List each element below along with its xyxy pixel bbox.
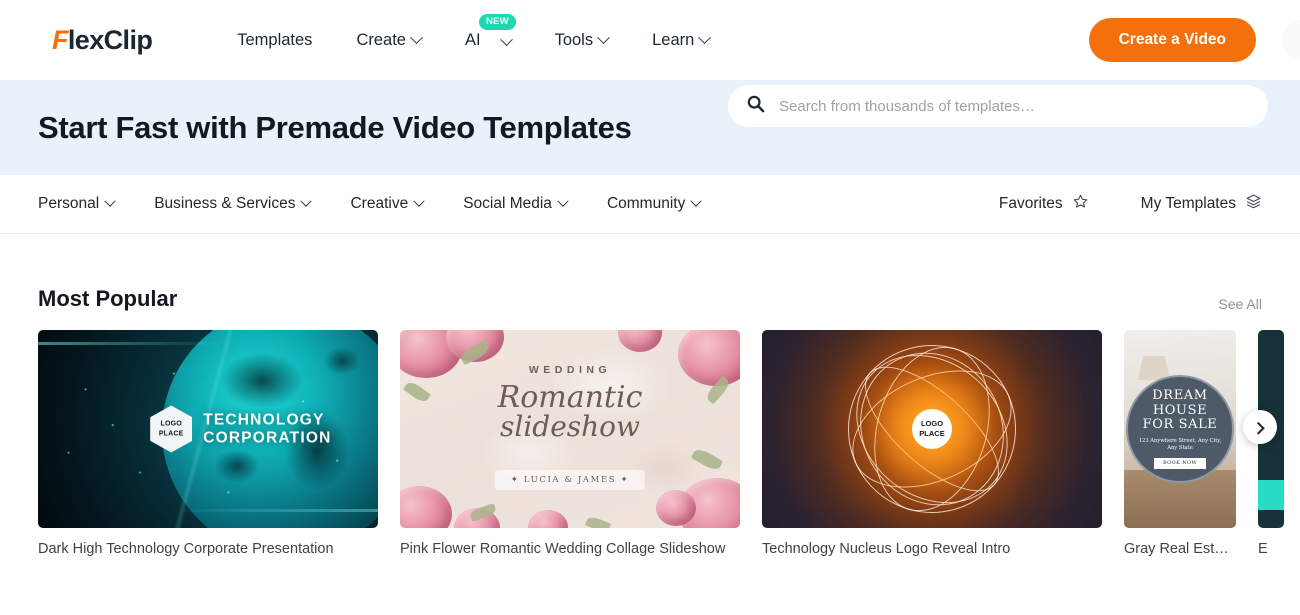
layers-icon [1245, 193, 1262, 215]
chevron-down-icon [413, 195, 425, 207]
category-label: Community [606, 195, 686, 212]
chevron-down-icon [557, 195, 569, 207]
logo-placeholder-badge: LOGO PLACE [150, 405, 193, 453]
create-a-video-button[interactable]: Create a Video [1088, 18, 1256, 62]
main-navigation: Templates Create AI NEW Tools Learn [237, 13, 712, 50]
category-personal[interactable]: Personal [38, 195, 116, 213]
logo-placeholder-badge: LOGO PLACE [912, 409, 952, 449]
thumbnail-headline: DREAM HOUSE FOR SALE [1143, 389, 1218, 433]
chevron-down-icon [690, 195, 702, 207]
see-all-link[interactable]: See All [1218, 296, 1262, 312]
category-creative[interactable]: Creative [350, 195, 425, 213]
flexclip-logo[interactable]: F lexClip [52, 24, 153, 56]
headline-line3: FOR SALE [1142, 417, 1218, 433]
thumbnail-headline: Romantic slideshow [400, 381, 740, 444]
category-label: Creative [350, 195, 409, 212]
category-community[interactable]: Community [606, 195, 702, 213]
template-card[interactable]: LOGO PLACE Technology Nucleus Logo Revea… [762, 330, 1102, 580]
headline-line1: TECHNOLOGY [203, 411, 325, 429]
nav-item-label: Create [356, 30, 406, 49]
nav-item-label: Tools [554, 30, 594, 49]
category-social-media[interactable]: Social Media [463, 195, 569, 213]
category-label: Personal [38, 195, 100, 212]
nav-item-templates[interactable]: Templates [237, 31, 312, 50]
template-thumbnail[interactable]: WEDDING Romantic slideshow ✦ LUCIA & JAM… [400, 330, 740, 528]
headline-line2: CORPORATION [203, 429, 332, 446]
nav-item-ai[interactable]: AI NEW [464, 13, 516, 50]
chevron-down-icon [597, 30, 610, 44]
favorites-button[interactable]: Favorites [999, 193, 1089, 215]
chevron-right-icon [1251, 421, 1265, 435]
thumbnail-headline: TECHNOLOGY CORPORATION [203, 412, 331, 447]
star-outline-icon [1072, 193, 1089, 215]
teal-band-graphic [1258, 480, 1284, 510]
my-templates-label: My Templates [1140, 195, 1236, 212]
chevron-down-icon [698, 30, 712, 44]
headline-line1: DREAM [1152, 388, 1208, 404]
template-title: Pink Flower Romantic Wedding Collage Sli… [400, 541, 726, 557]
hero-banner: Start Fast with Premade Video Templates [0, 80, 1300, 175]
template-card[interactable]: DREAM HOUSE FOR SALE 123 Anywhere Street… [1124, 330, 1236, 580]
template-card[interactable]: E [1258, 330, 1284, 580]
thumbnail-kicker: WEDDING [528, 364, 612, 376]
template-title: E [1258, 541, 1268, 557]
template-thumbnail[interactable]: DREAM HOUSE FOR SALE 123 Anywhere Street… [1124, 330, 1236, 528]
logo-placeholder-line1: LOGO [920, 419, 944, 429]
template-thumbnail[interactable]: LOGO PLACE TECHNOLOGY CORPORATION [38, 330, 378, 528]
favorites-label: Favorites [998, 195, 1063, 212]
scanline-graphic [38, 509, 378, 512]
scanline-graphic [38, 342, 378, 345]
page-title: Start Fast with Premade Video Templates [38, 109, 632, 145]
template-thumbnail[interactable]: LOGO PLACE [762, 330, 1102, 528]
header-actions: Create a Video [1088, 0, 1300, 80]
category-business-services[interactable]: Business & Services [154, 195, 313, 213]
section-header: Most Popular See All [38, 286, 1262, 312]
thumbnail-overlay: DREAM HOUSE FOR SALE 123 Anywhere Street… [1126, 375, 1234, 483]
template-carousel: LOGO PLACE TECHNOLOGY CORPORATION Dark H… [0, 330, 1300, 580]
headline-line2: slideshow [500, 410, 640, 444]
chevron-down-icon [104, 195, 116, 207]
search-input[interactable] [779, 97, 1250, 115]
thumbnail-names: ✦ LUCIA & JAMES ✦ [494, 470, 646, 490]
logo-placeholder-line2: PLACE [158, 430, 184, 437]
user-avatar[interactable] [1282, 20, 1300, 60]
my-templates-button[interactable]: My Templates [1141, 193, 1262, 215]
thumbnail-address: 123 Anywhere Street, Any City, Any State [1138, 437, 1222, 451]
search-bar[interactable] [728, 85, 1268, 127]
thumbnail-overlay: LOGO PLACE TECHNOLOGY CORPORATION [150, 405, 331, 453]
template-card[interactable]: LOGO PLACE TECHNOLOGY CORPORATION Dark H… [38, 330, 378, 580]
category-label: Social Media [463, 195, 552, 212]
thumbnail-cta: BOOK NOW [1153, 457, 1207, 469]
nav-item-label: Templates [237, 30, 313, 49]
site-header: F lexClip Templates Create AI NEW Tools … [0, 0, 1300, 80]
template-title: Gray Real Estat… [1124, 541, 1236, 557]
chevron-down-icon [300, 195, 313, 207]
nav-item-label: Learn [652, 30, 695, 49]
chevron-down-icon [499, 32, 513, 46]
template-title: Technology Nucleus Logo Reveal Intro [762, 541, 1011, 557]
category-bar: Personal Business & Services Creative So… [0, 175, 1300, 234]
nav-item-learn[interactable]: Learn [652, 30, 712, 50]
nav-item-label: AI [464, 30, 481, 49]
logo-wordmark: lexClip [67, 24, 153, 55]
carousel-next-button[interactable] [1243, 410, 1277, 444]
logo-mark: F [52, 24, 69, 55]
logo-placeholder-line1: LOGO [160, 420, 182, 428]
template-card[interactable]: WEDDING Romantic slideshow ✦ LUCIA & JAM… [400, 330, 740, 580]
search-icon [746, 94, 765, 118]
rose-graphic [656, 490, 696, 526]
category-bar-actions: Favorites My Templates [999, 193, 1262, 215]
category-label: Business & Services [154, 195, 296, 212]
template-title: Dark High Technology Corporate Presentat… [38, 541, 334, 557]
new-badge: NEW [478, 13, 516, 30]
headline-line2: HOUSE [1152, 402, 1208, 418]
category-list: Personal Business & Services Creative So… [38, 195, 702, 213]
logo-placeholder-line2: PLACE [919, 429, 945, 438]
nav-item-create[interactable]: Create [356, 30, 423, 50]
chevron-down-icon [410, 30, 423, 44]
section-title: Most Popular [38, 286, 178, 311]
nav-item-tools[interactable]: Tools [554, 30, 610, 50]
